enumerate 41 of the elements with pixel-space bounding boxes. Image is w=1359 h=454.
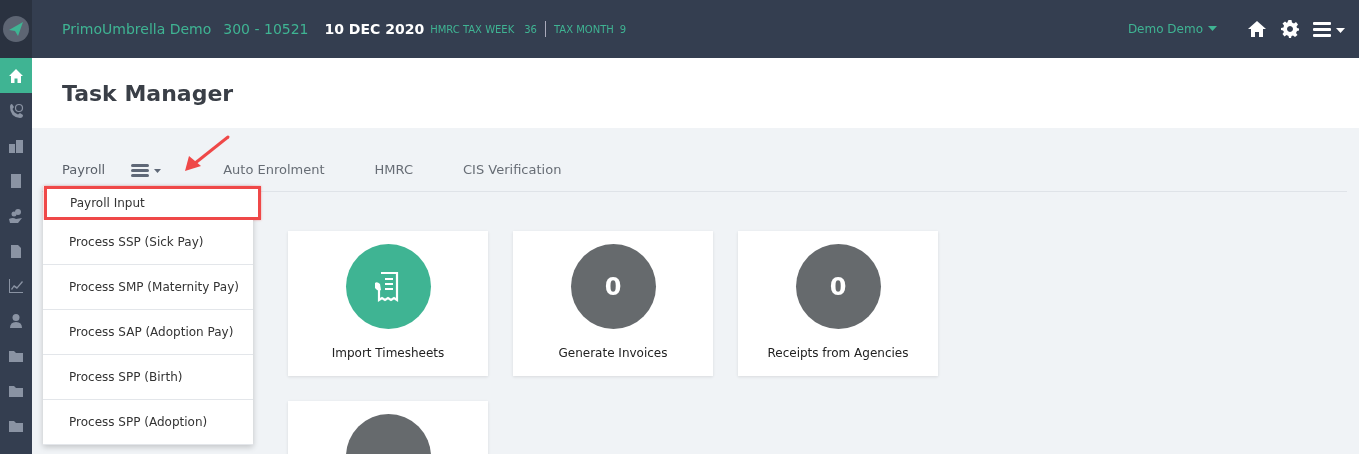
current-date: 10 DEC 2020: [324, 21, 425, 37]
menu-item[interactable]: Process SSP (Sick Pay): [43, 220, 253, 265]
menu-icon[interactable]: [1313, 21, 1345, 37]
menu-item[interactable]: Payroll Input: [44, 186, 261, 220]
chart-icon: [8, 277, 24, 294]
phone-icon: [8, 102, 24, 119]
card-label: Receipts from Agencies: [767, 346, 909, 360]
home-icon[interactable]: [1247, 20, 1267, 38]
tax-week-value: 36: [524, 23, 537, 35]
task-card[interactable]: 0 Receipts from Agencies: [738, 231, 938, 376]
tab[interactable]: Payroll: [62, 158, 106, 181]
task-card[interactable]: Import Timesheets: [288, 231, 488, 376]
tax-month-value: 9: [619, 23, 627, 35]
task-card[interactable]: 0 Generate Invoices: [513, 231, 713, 376]
tab[interactable]: Auto Enrolment: [223, 158, 325, 181]
count-value: 0: [829, 272, 847, 301]
user-menu[interactable]: Demo Demo: [1127, 22, 1217, 36]
person-icon: [8, 312, 24, 329]
home-icon: [8, 67, 24, 84]
logo-icon: [2, 15, 30, 43]
menu-icon[interactable]: [131, 161, 164, 178]
menu-item[interactable]: Process SAP (Adoption Pay): [43, 310, 253, 355]
settings-icon[interactable]: [1281, 20, 1299, 38]
menu-item[interactable]: Process SMP (Maternity Pay): [43, 265, 253, 310]
count-value: 0: [604, 272, 622, 301]
page-title: Task Manager: [62, 80, 234, 106]
company-code: 300 - 10521: [223, 21, 309, 37]
caret-icon: [1208, 26, 1217, 32]
building-icon: [8, 172, 24, 189]
tax-week-label: HMRC TAX WEEK: [430, 23, 515, 35]
menu-item[interactable]: Process SPP (Birth): [43, 355, 253, 400]
buildings-icon: [8, 137, 24, 154]
coins-hand-icon: [8, 207, 24, 224]
tab[interactable]: HMRC: [374, 158, 414, 181]
card-label: Generate Invoices: [558, 346, 668, 360]
tax-month-label: TAX MONTH: [553, 23, 614, 35]
menu-item[interactable]: Process SPP (Adoption): [43, 400, 253, 445]
card-label: Import Timesheets: [331, 346, 445, 360]
sidebar-item[interactable]: [0, 58, 32, 93]
tab[interactable]: CIS Verification: [463, 158, 562, 181]
company-name: PrimoUmbrella Demo: [62, 21, 212, 37]
